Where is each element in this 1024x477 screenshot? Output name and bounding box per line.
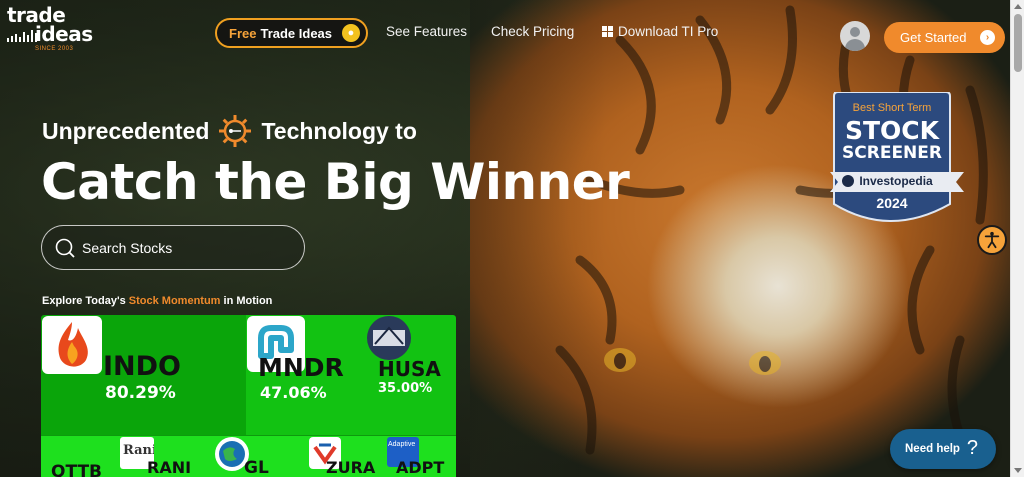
need-help-button[interactable]: Need help ? bbox=[890, 429, 996, 469]
logo-bars-icon bbox=[7, 30, 37, 42]
search-icon bbox=[55, 238, 75, 258]
free-trade-ideas-button[interactable]: Free Trade Ideas ● bbox=[215, 18, 368, 48]
arrow-right-icon: › bbox=[980, 30, 995, 45]
heatmap-tile-mndr[interactable]: MNDR 47.06% bbox=[246, 315, 366, 435]
lightbulb-icon: ● bbox=[342, 24, 360, 42]
investopedia-award-badge: Best Short Term STOCK SCREENER Investope… bbox=[830, 91, 968, 234]
nav-check-pricing[interactable]: Check Pricing bbox=[491, 24, 574, 39]
site-header: trade ideas SINCE 2003 Free Trade Ideas … bbox=[0, 0, 1010, 64]
windows-icon bbox=[602, 26, 613, 37]
heatmap-tile-qttb[interactable]: QTTB bbox=[41, 435, 119, 477]
heatmap-tile-gl[interactable]: GL bbox=[214, 435, 306, 477]
question-icon: ? bbox=[966, 437, 978, 459]
heatmap-tile-husa[interactable]: HUSA 35.00% bbox=[366, 315, 456, 435]
get-started-button[interactable]: Get Started › bbox=[884, 22, 1005, 53]
husa-logo-icon bbox=[367, 316, 411, 360]
heatmap-tile-adpt[interactable]: Adaptive ADPT bbox=[384, 435, 456, 477]
page-title: Catch the Big Winner bbox=[41, 153, 630, 211]
page-scrollbar[interactable] bbox=[1010, 0, 1024, 477]
gear-circuit-icon bbox=[219, 115, 252, 147]
indo-logo-icon bbox=[42, 316, 102, 374]
stock-momentum-heatmap: INDO 80.29% MNDR 47.06% HUSA 35.00% QTTB… bbox=[41, 315, 456, 477]
nav-see-features[interactable]: See Features bbox=[386, 24, 467, 39]
accessibility-icon[interactable] bbox=[977, 225, 1007, 255]
trade-ideas-logo[interactable]: trade ideas SINCE 2003 bbox=[7, 5, 107, 52]
heatmap-tile-indo[interactable]: INDO 80.29% bbox=[41, 315, 246, 435]
hero-subtitle: Unprecedented Technology to bbox=[42, 113, 417, 149]
search-stocks-input[interactable]: Search Stocks bbox=[41, 225, 305, 270]
explore-momentum-label: Explore Today's Stock Momentum in Motion bbox=[42, 295, 273, 307]
heatmap-tile-zura[interactable]: ZURA bbox=[306, 435, 384, 477]
scroll-thumb[interactable] bbox=[1014, 14, 1022, 72]
user-avatar-icon[interactable] bbox=[840, 21, 870, 51]
heatmap-tile-rani[interactable]: Rani RANI bbox=[119, 435, 214, 477]
investopedia-logo-icon bbox=[842, 175, 854, 187]
nav-download-ti-pro[interactable]: Download TI Pro bbox=[602, 24, 718, 39]
scroll-down-icon[interactable] bbox=[1014, 468, 1022, 473]
scroll-up-icon[interactable] bbox=[1014, 4, 1022, 9]
